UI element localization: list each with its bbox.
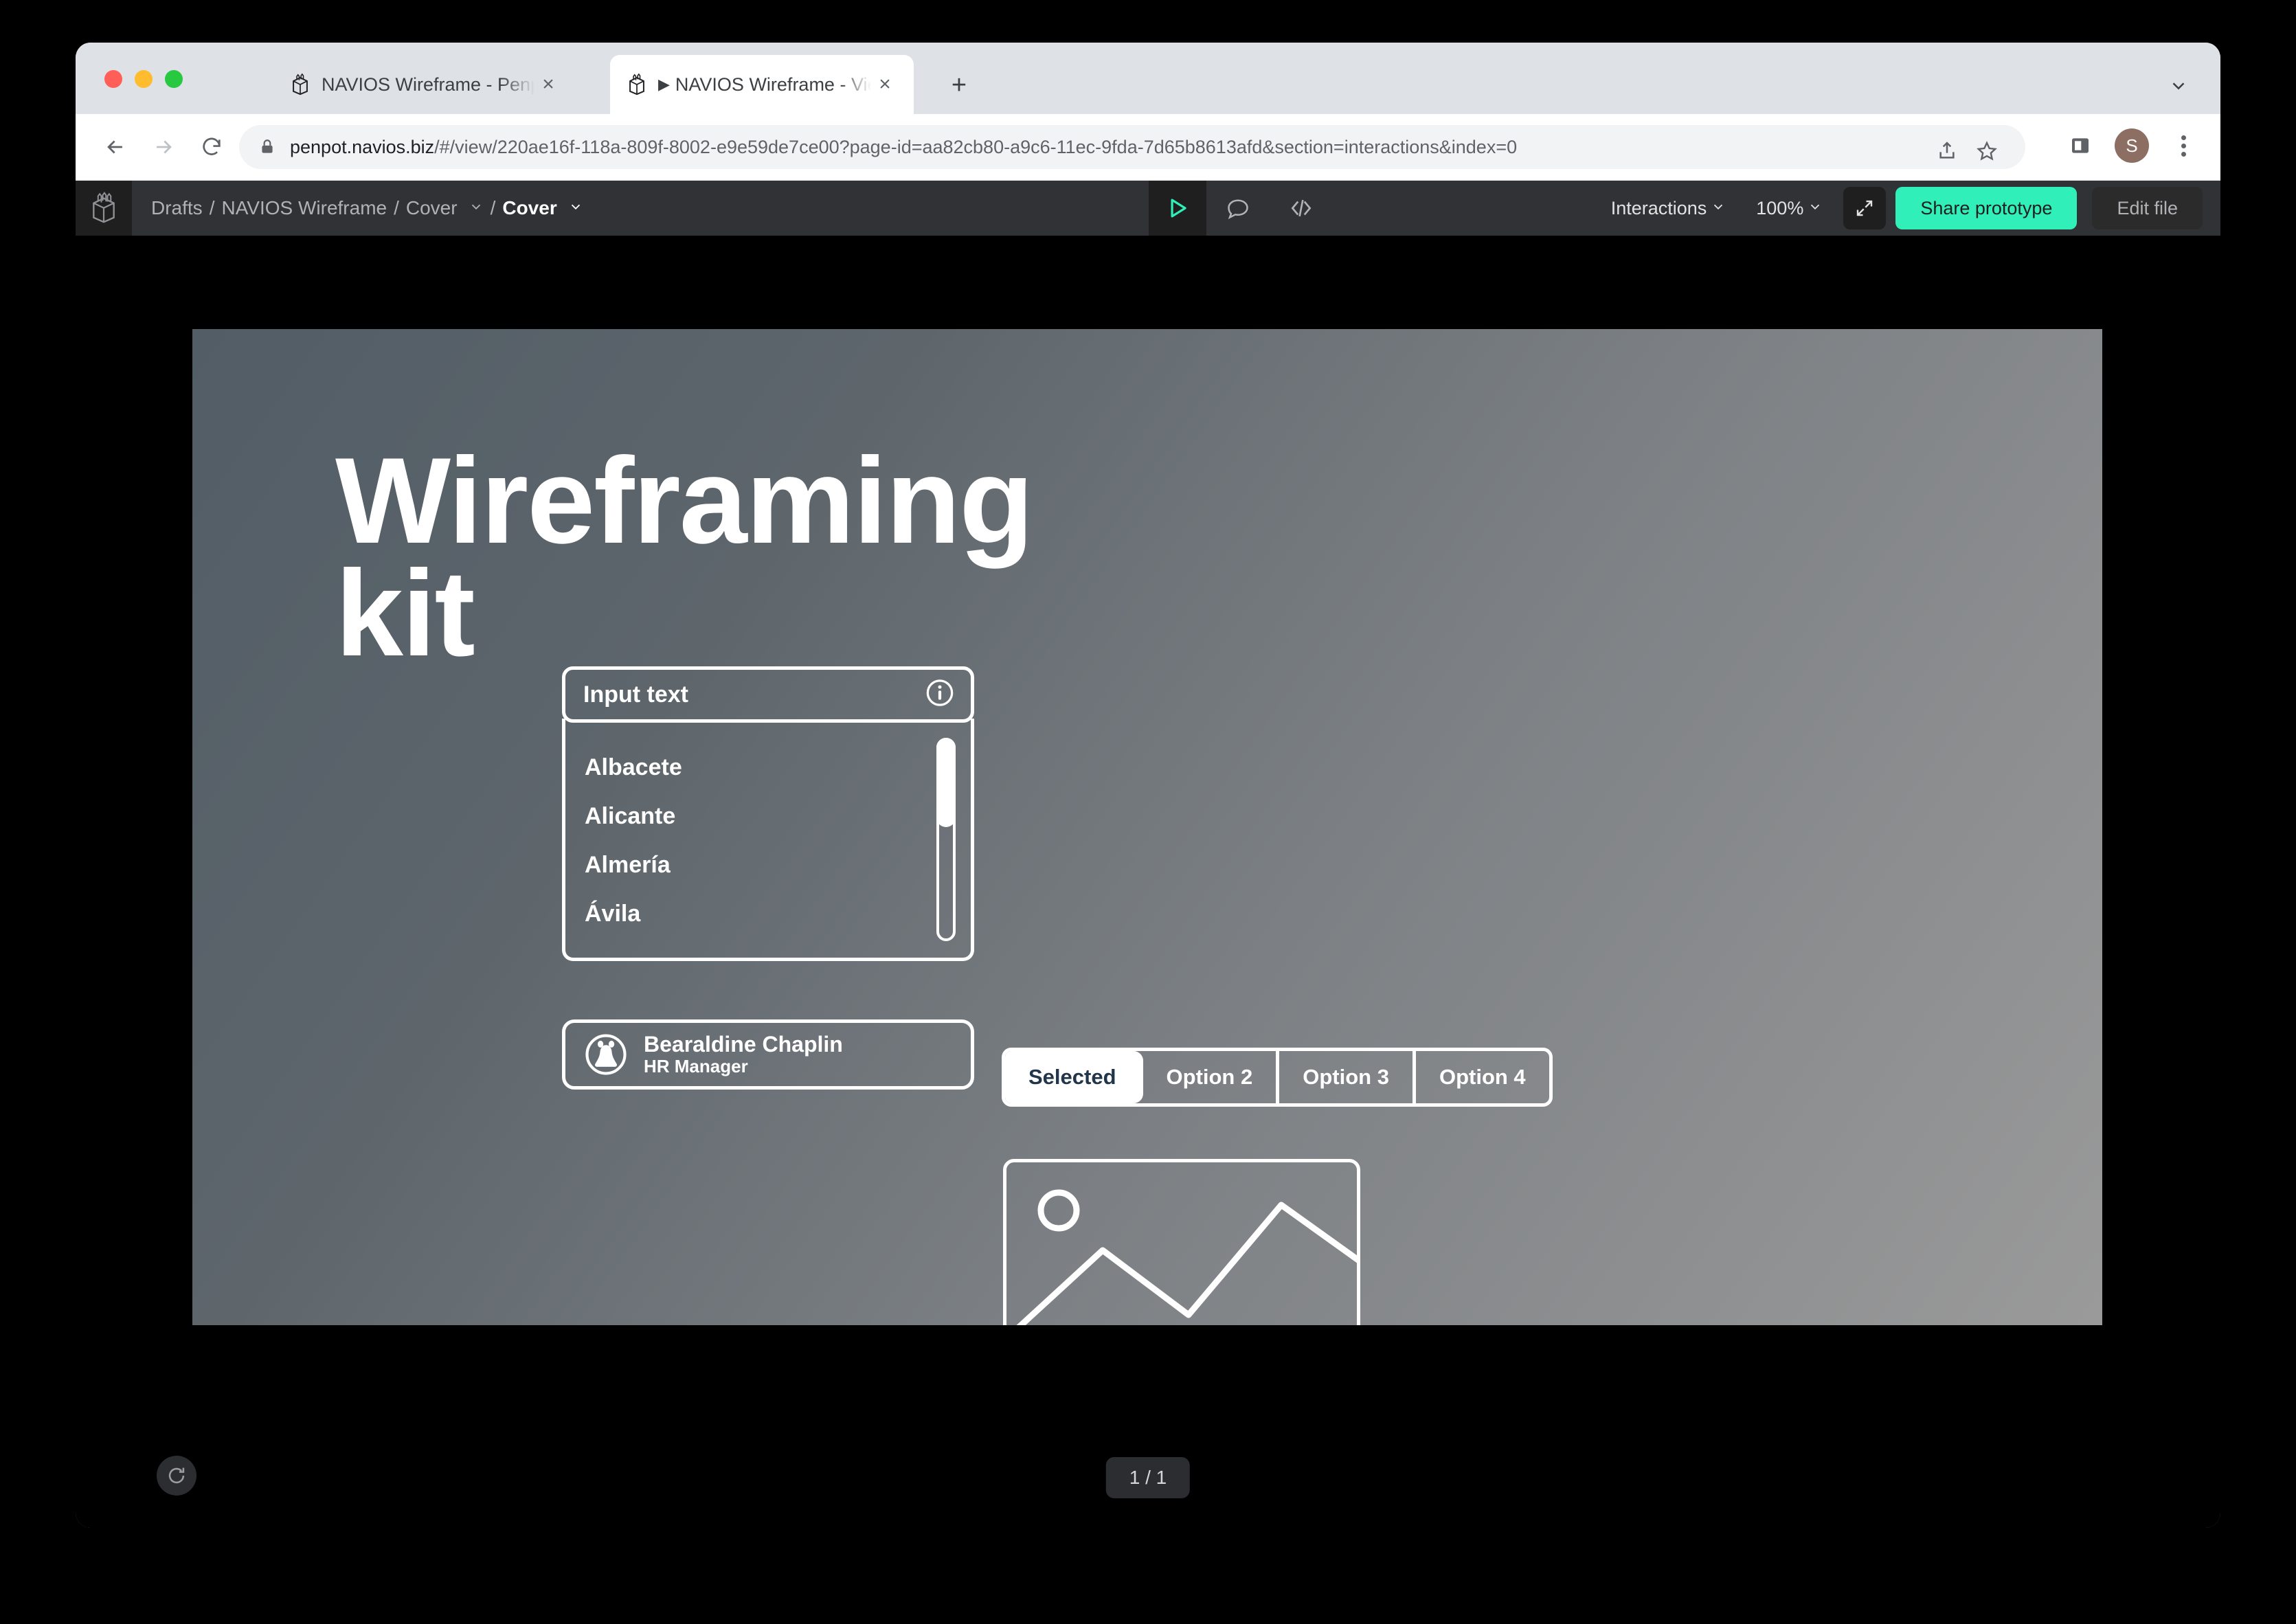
penpot-viewer-canvas: Wireframing kit Input text Albacete Alic… bbox=[76, 236, 2220, 1528]
penpot-favicon-icon bbox=[625, 73, 649, 96]
interactions-label: Interactions bbox=[1610, 197, 1707, 218]
breadcrumb-separator-2: / bbox=[394, 197, 399, 218]
tab-selected[interactable]: Selected bbox=[1004, 1051, 1143, 1103]
close-window-button[interactable] bbox=[104, 70, 122, 88]
breadcrumb-drafts[interactable]: Drafts bbox=[151, 197, 203, 219]
tab-option-3[interactable]: Option 3 bbox=[1279, 1051, 1416, 1103]
reset-interactions-button[interactable] bbox=[157, 1456, 196, 1496]
breadcrumb-separator-1: / bbox=[209, 197, 215, 218]
url-host: penpot.navios.biz bbox=[290, 136, 435, 157]
person-card[interactable]: Bearaldine Chaplin HR Manager bbox=[562, 1019, 974, 1090]
reload-icon[interactable] bbox=[195, 131, 228, 163]
penpot-logo-icon[interactable] bbox=[76, 181, 132, 236]
url-path: /#/view/220ae16f-118a-809f-8002-e9e59de7… bbox=[434, 136, 1518, 157]
tab-group: Selected Option 2 Option 3 Option 4 bbox=[1002, 1048, 1553, 1107]
page-title: Wireframing kit bbox=[335, 432, 1034, 681]
browser-tab-1[interactable]: NAVIOS Wireframe - Penpot × bbox=[273, 55, 577, 114]
chevron-down-icon[interactable] bbox=[568, 197, 583, 219]
chevron-down-icon[interactable] bbox=[469, 197, 484, 219]
comment-icon[interactable] bbox=[1206, 181, 1270, 236]
person-info: Bearaldine Chaplin HR Manager bbox=[644, 1031, 843, 1077]
person-role: HR Manager bbox=[644, 1056, 748, 1077]
page-indicator: 1 / 1 bbox=[1105, 1457, 1191, 1498]
headline-line-2: kit bbox=[335, 544, 475, 681]
breadcrumb-board[interactable]: Cover bbox=[502, 197, 556, 219]
dropdown-input-label: Input text bbox=[583, 681, 688, 708]
minimize-window-button[interactable] bbox=[135, 70, 153, 88]
profile-avatar[interactable]: S bbox=[2115, 128, 2149, 163]
maximize-window-button[interactable] bbox=[165, 70, 183, 88]
browser-tab-1-close-icon[interactable]: × bbox=[534, 71, 562, 98]
info-icon[interactable] bbox=[924, 677, 956, 712]
list-item[interactable]: Alicante bbox=[565, 792, 971, 841]
headline-line-1: Wireframing bbox=[335, 432, 1034, 569]
penpot-header-right: Interactions 100% Share prototype Edit f… bbox=[1596, 181, 2203, 236]
tab-option-4[interactable]: Option 4 bbox=[1416, 1051, 1549, 1103]
breadcrumb: Drafts / NAVIOS Wireframe / Cover / Cove… bbox=[132, 197, 583, 219]
scrollbar-thumb[interactable] bbox=[936, 738, 956, 827]
browser-tab-2-title: NAVIOS Wireframe - View mo bbox=[675, 74, 871, 95]
list-item[interactable]: Almería bbox=[565, 841, 971, 890]
breadcrumb-separator-3: / bbox=[490, 197, 496, 218]
star-icon[interactable] bbox=[1969, 133, 2005, 169]
artboard-cover: Wireframing kit Input text Albacete Alic… bbox=[192, 329, 2102, 1325]
tab-option-2[interactable]: Option 2 bbox=[1143, 1051, 1280, 1103]
penpot-header-tools bbox=[1149, 181, 1333, 236]
forward-arrow-icon[interactable] bbox=[147, 131, 180, 163]
edit-file-button[interactable]: Edit file bbox=[2092, 187, 2203, 229]
share-icon[interactable] bbox=[1929, 133, 1965, 169]
person-name: Bearaldine Chaplin bbox=[644, 1031, 843, 1057]
browser-tab-2-close-icon[interactable]: × bbox=[871, 71, 899, 98]
window-controls[interactable] bbox=[104, 70, 183, 88]
share-prototype-button[interactable]: Share prototype bbox=[1895, 187, 2078, 229]
browser-tab-2[interactable]: ▶ NAVIOS Wireframe - View mo × bbox=[610, 55, 914, 114]
omnibox-actions bbox=[1929, 133, 2005, 169]
interactions-dropdown[interactable]: Interactions bbox=[1596, 181, 1742, 236]
browser-tab-strip: NAVIOS Wireframe - Penpot × ▶ NAVIOS Wir… bbox=[76, 43, 2220, 114]
zoom-label: 100% bbox=[1756, 197, 1804, 218]
chevron-down-icon bbox=[1808, 198, 1823, 219]
dropdown-input[interactable]: Input text bbox=[562, 666, 974, 723]
address-bar-url: penpot.navios.biz/#/view/220ae16f-118a-8… bbox=[290, 137, 1517, 158]
browser-toolbar-right: S bbox=[2062, 128, 2201, 163]
browser-tab-1-title: NAVIOS Wireframe - Penpot bbox=[322, 74, 534, 95]
chevron-down-icon[interactable] bbox=[2168, 76, 2189, 100]
penpot-viewer-app: Drafts / NAVIOS Wireframe / Cover / Cove… bbox=[76, 181, 2220, 1528]
dropdown-component: Input text Albacete Alicante Almería Ávi… bbox=[562, 666, 974, 961]
fullscreen-icon[interactable] bbox=[1843, 187, 1887, 229]
browser-window: NAVIOS Wireframe - Penpot × ▶ NAVIOS Wir… bbox=[76, 43, 2220, 1528]
lock-icon bbox=[258, 138, 276, 156]
list-item[interactable]: Ávila bbox=[565, 890, 971, 938]
scrollbar-track[interactable] bbox=[936, 738, 956, 941]
penpot-favicon-icon bbox=[289, 73, 312, 96]
penpot-header: Drafts / NAVIOS Wireframe / Cover / Cove… bbox=[76, 181, 2220, 236]
kebab-menu-icon[interactable] bbox=[2165, 128, 2201, 163]
dropdown-list: Albacete Alicante Almería Ávila bbox=[562, 719, 974, 961]
back-arrow-icon[interactable] bbox=[99, 131, 132, 163]
image-placeholder-icon bbox=[1003, 1159, 1360, 1325]
breadcrumb-file[interactable]: NAVIOS Wireframe bbox=[221, 197, 387, 219]
breadcrumb-page[interactable]: Cover bbox=[406, 197, 458, 219]
tab-playing-icon: ▶ bbox=[658, 76, 670, 93]
bear-avatar-icon bbox=[583, 1032, 629, 1077]
browser-toolbar: penpot.navios.biz/#/view/220ae16f-118a-8… bbox=[76, 114, 2220, 181]
new-tab-button[interactable]: + bbox=[943, 69, 976, 102]
list-item[interactable]: Albacete bbox=[565, 743, 971, 792]
side-panel-icon[interactable] bbox=[2062, 128, 2098, 163]
code-icon[interactable] bbox=[1270, 181, 1333, 236]
play-icon[interactable] bbox=[1149, 181, 1206, 236]
address-bar[interactable]: penpot.navios.biz/#/view/220ae16f-118a-8… bbox=[239, 125, 2025, 169]
zoom-dropdown[interactable]: 100% bbox=[1741, 181, 1838, 236]
chevron-down-icon bbox=[1711, 198, 1726, 219]
